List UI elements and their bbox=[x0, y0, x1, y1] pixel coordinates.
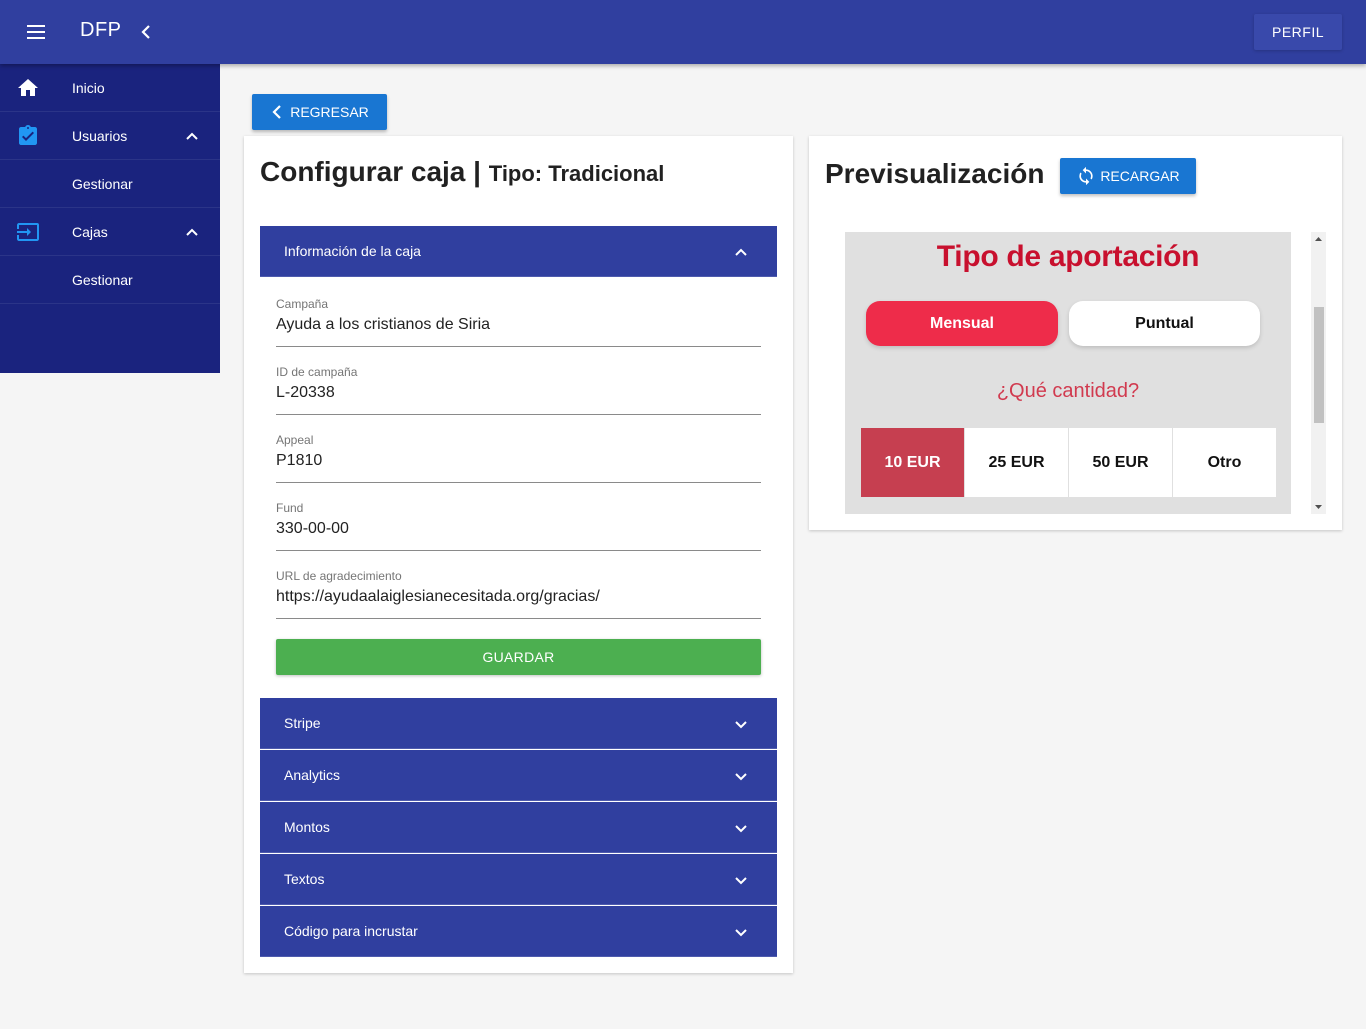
sidebar-item-label: Inicio bbox=[72, 79, 105, 96]
back-button-label: REGRESAR bbox=[290, 104, 369, 120]
input-icon bbox=[17, 223, 39, 241]
clipboard-check-icon bbox=[19, 125, 37, 145]
sidebar: Inicio Usuarios Gestionar Cajas Gestiona… bbox=[0, 64, 220, 373]
field-label: URL de agradecimiento bbox=[276, 569, 402, 583]
accordion-info-header[interactable]: Información de la caja bbox=[260, 226, 777, 277]
chevron-up-icon bbox=[735, 248, 747, 256]
accordion-title: Información de la caja bbox=[284, 243, 421, 259]
chevron-left-icon bbox=[272, 105, 281, 119]
back-button[interactable]: REGRESAR bbox=[252, 94, 387, 130]
sidebar-item-usuarios[interactable]: Usuarios bbox=[0, 112, 220, 160]
field-label: Appeal bbox=[276, 433, 314, 447]
accordion-analytics-header[interactable]: Analytics bbox=[260, 750, 777, 801]
preview-title: Previsualización bbox=[825, 158, 1045, 189]
app-bar: DFP PERFIL bbox=[0, 0, 1366, 64]
accordion-title: Código para incrustar bbox=[284, 923, 418, 939]
amount-option-other[interactable]: Otro bbox=[1173, 428, 1276, 497]
field-label: Campaña bbox=[276, 297, 329, 311]
preview-scrollbar[interactable] bbox=[1311, 232, 1326, 514]
accordion-amounts-header[interactable]: Montos bbox=[260, 802, 777, 853]
preview-frame: Tipo de aportación Mensual Puntual ¿Qué … bbox=[845, 232, 1291, 514]
thanks-url-field: URL de agradecimiento bbox=[276, 569, 761, 619]
app-title: DFP bbox=[80, 19, 122, 41]
chevron-left-icon[interactable] bbox=[136, 20, 156, 44]
fund-input[interactable] bbox=[276, 517, 761, 541]
config-title-text: Configurar caja | bbox=[260, 156, 481, 187]
preview-card: Previsualización RECARGAR Tipo de aporta… bbox=[809, 136, 1342, 530]
sidebar-item-cajas[interactable]: Cajas bbox=[0, 208, 220, 256]
scrollbar-thumb[interactable] bbox=[1314, 307, 1324, 423]
sidebar-item-label: Cajas bbox=[72, 223, 108, 240]
sidebar-item-inicio[interactable]: Inicio bbox=[0, 64, 220, 112]
page-title: Configurar caja | Tipo: Tradicional bbox=[260, 156, 664, 188]
accordion-info-body: Campaña ID de campaña Appeal Fund URL de… bbox=[260, 277, 777, 698]
thanks-url-input[interactable] bbox=[276, 585, 761, 609]
home-icon bbox=[18, 79, 38, 96]
refresh-icon bbox=[1079, 166, 1093, 186]
chevron-down-icon bbox=[735, 825, 747, 833]
amount-option-25[interactable]: 25 EUR bbox=[965, 428, 1069, 497]
chevron-down-icon bbox=[735, 929, 747, 937]
scroll-down-arrow-icon[interactable] bbox=[1311, 499, 1326, 514]
amount-option-50[interactable]: 50 EUR bbox=[1069, 428, 1173, 497]
chevron-up-icon bbox=[186, 228, 198, 236]
one-time-toggle[interactable]: Puntual bbox=[1069, 301, 1260, 346]
config-card: Configurar caja | Tipo: Tradicional Info… bbox=[244, 136, 793, 973]
campaign-id-field: ID de campaña bbox=[276, 365, 761, 415]
chevron-down-icon bbox=[735, 877, 747, 885]
chevron-up-icon bbox=[186, 132, 198, 140]
fund-field: Fund bbox=[276, 501, 761, 551]
chevron-down-icon bbox=[735, 773, 747, 781]
accordion-embed-header[interactable]: Código para incrustar bbox=[260, 906, 777, 957]
field-label: ID de campaña bbox=[276, 365, 358, 379]
sidebar-item-label: Gestionar bbox=[72, 271, 133, 288]
menu-icon[interactable] bbox=[20, 16, 52, 48]
sidebar-item-cajas-gestionar[interactable]: Gestionar bbox=[0, 256, 220, 304]
accordion-title: Montos bbox=[284, 819, 330, 835]
campaign-field: Campaña bbox=[276, 297, 761, 347]
campaign-id-input[interactable] bbox=[276, 381, 761, 405]
field-label: Fund bbox=[276, 501, 304, 515]
sidebar-item-usuarios-gestionar[interactable]: Gestionar bbox=[0, 160, 220, 208]
sidebar-item-label: Gestionar bbox=[72, 175, 133, 192]
accordion-texts-header[interactable]: Textos bbox=[260, 854, 777, 905]
accordion-title: Analytics bbox=[284, 767, 341, 783]
accordion-stripe-header[interactable]: Stripe bbox=[260, 698, 777, 749]
amount-option-10[interactable]: 10 EUR bbox=[861, 428, 965, 497]
reload-button[interactable]: RECARGAR bbox=[1060, 158, 1196, 194]
monthly-toggle[interactable]: Mensual bbox=[866, 301, 1058, 346]
box-type-label: Tipo: Tradicional bbox=[488, 161, 665, 186]
accordion-title: Textos bbox=[284, 871, 325, 887]
sidebar-item-label: Usuarios bbox=[72, 127, 128, 144]
amount-question: ¿Qué cantidad? bbox=[996, 380, 1140, 402]
profile-button[interactable]: PERFIL bbox=[1254, 14, 1342, 50]
scroll-up-arrow-icon[interactable] bbox=[1311, 232, 1326, 247]
amount-options: 10 EUR 25 EUR 50 EUR Otro bbox=[861, 428, 1276, 497]
chevron-down-icon bbox=[735, 721, 747, 729]
accordion-title: Stripe bbox=[284, 715, 321, 731]
campaign-input[interactable] bbox=[276, 313, 761, 337]
appeal-input[interactable] bbox=[276, 449, 761, 473]
reload-button-label: RECARGAR bbox=[1100, 168, 1180, 184]
contribution-type-heading: Tipo de aportación bbox=[936, 240, 1200, 273]
appeal-field: Appeal bbox=[276, 433, 761, 483]
save-button[interactable]: GUARDAR bbox=[276, 639, 761, 675]
